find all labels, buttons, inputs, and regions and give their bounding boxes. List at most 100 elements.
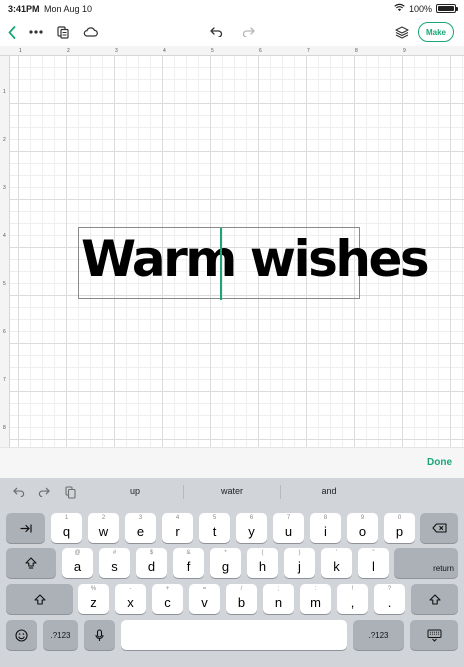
text-content[interactable]: Warm wishes bbox=[81, 234, 430, 284]
undo-icon[interactable] bbox=[206, 22, 226, 42]
key-hint: @ bbox=[74, 550, 81, 556]
make-button[interactable]: Make bbox=[418, 22, 454, 42]
key-label: f bbox=[186, 558, 191, 574]
key-l[interactable]: " l bbox=[358, 548, 389, 578]
key-b[interactable]: / b bbox=[226, 584, 257, 614]
redo-icon[interactable] bbox=[238, 22, 258, 42]
shift-right-key[interactable] bbox=[411, 584, 458, 614]
key-h[interactable]: (h bbox=[247, 548, 278, 578]
numbers-key-right[interactable]: .?123 bbox=[353, 620, 404, 650]
key-label: a bbox=[73, 558, 82, 574]
ruler-left-label: 1 bbox=[3, 89, 6, 95]
status-right: 100% bbox=[394, 3, 458, 14]
key-d[interactable]: $ d bbox=[136, 548, 167, 578]
caps-lock-key[interactable] bbox=[6, 548, 56, 578]
key-period[interactable]: ?. bbox=[374, 584, 405, 614]
key-i[interactable]: 8i bbox=[310, 513, 341, 543]
status-time: 3:41PM bbox=[8, 4, 40, 14]
return-key[interactable]: return bbox=[394, 548, 458, 578]
key-e[interactable]: 3e bbox=[125, 513, 156, 543]
key-m[interactable]: :m bbox=[300, 584, 331, 614]
key-hint: ? bbox=[387, 586, 392, 592]
key-p[interactable]: 0p bbox=[384, 513, 415, 543]
suggestion-word[interactable]: up bbox=[95, 486, 175, 496]
key-o[interactable]: 9o bbox=[347, 513, 378, 543]
key-hint: 2 bbox=[101, 515, 106, 521]
key-hint: = bbox=[202, 586, 207, 592]
keyboard-paste-icon[interactable] bbox=[61, 483, 79, 501]
ruler-left-label: 2 bbox=[3, 137, 6, 143]
suggestion-word[interactable]: water bbox=[192, 486, 272, 496]
battery-percent: 100% bbox=[408, 3, 432, 14]
numbers-key-left[interactable]: .?123 bbox=[43, 620, 78, 650]
text-box[interactable]: Warm wishes bbox=[78, 227, 430, 300]
keyboard-redo-icon[interactable] bbox=[35, 483, 53, 501]
done-button[interactable]: Done bbox=[427, 457, 452, 468]
suggestion-divider bbox=[183, 485, 184, 499]
text-cursor bbox=[220, 228, 222, 300]
wifi-icon bbox=[394, 3, 405, 14]
delete-key[interactable] bbox=[420, 513, 458, 543]
key-q[interactable]: 1q bbox=[51, 513, 82, 543]
key-hint: - bbox=[129, 586, 132, 592]
layers-icon[interactable] bbox=[392, 22, 412, 42]
key-g[interactable]: * g bbox=[210, 548, 241, 578]
suggestion-word[interactable]: and bbox=[289, 486, 369, 496]
keyboard: up water and 1q 2w 3e 4r 5t 6y 7u 8i 9o … bbox=[0, 478, 464, 667]
more-icon[interactable] bbox=[26, 22, 46, 42]
shift-left-key[interactable] bbox=[6, 584, 73, 614]
key-hint: * bbox=[224, 550, 227, 556]
key-hint: ) bbox=[298, 550, 301, 556]
key-label: v bbox=[201, 594, 208, 610]
ruler-top-label: 8 bbox=[355, 48, 358, 54]
cloud-save-icon[interactable] bbox=[80, 22, 100, 42]
key-n[interactable]: ; n bbox=[263, 584, 294, 614]
key-y[interactable]: 6y bbox=[236, 513, 267, 543]
key-hint: # bbox=[112, 550, 117, 556]
key-label: , bbox=[350, 594, 355, 610]
key-v[interactable]: = v bbox=[189, 584, 220, 614]
key-k[interactable]: ' k bbox=[321, 548, 352, 578]
key-s[interactable]: # s bbox=[99, 548, 130, 578]
hide-keyboard-key[interactable] bbox=[410, 620, 458, 650]
key-a[interactable]: @ a bbox=[62, 548, 93, 578]
key-t[interactable]: 5t bbox=[199, 513, 230, 543]
status-bar: 3:41PM Mon Aug 10 100% bbox=[0, 0, 464, 18]
copy-icon[interactable] bbox=[54, 22, 72, 42]
key-u[interactable]: 7u bbox=[273, 513, 304, 543]
ruler-top-label: 2 bbox=[67, 48, 70, 54]
keyboard-undo-icon[interactable] bbox=[10, 483, 28, 501]
ruler-top-label: 5 bbox=[211, 48, 214, 54]
key-label: p bbox=[395, 523, 404, 539]
emoji-key[interactable] bbox=[6, 620, 37, 650]
space-bar[interactable] bbox=[121, 620, 347, 650]
tab-key[interactable] bbox=[6, 513, 45, 543]
key-r[interactable]: 4r bbox=[162, 513, 193, 543]
key-hint: : bbox=[314, 586, 317, 592]
ruler-left-label: 8 bbox=[3, 425, 6, 431]
key-comma[interactable]: !, bbox=[337, 584, 368, 614]
key-z[interactable]: % z bbox=[78, 584, 109, 614]
key-hint: $ bbox=[149, 550, 154, 556]
key-label: b bbox=[237, 594, 246, 610]
left-ruler: 1 2 3 4 5 6 7 8 bbox=[0, 56, 10, 447]
key-label: o bbox=[358, 523, 367, 539]
key-f[interactable]: & f bbox=[173, 548, 204, 578]
key-w[interactable]: 2w bbox=[88, 513, 119, 543]
back-chevron-icon[interactable] bbox=[4, 22, 20, 42]
key-label: d bbox=[147, 558, 156, 574]
design-canvas[interactable]: 1 2 3 4 5 6 7 8 9 1 2 3 4 5 6 7 8 Warm w… bbox=[0, 46, 464, 447]
key-label: g bbox=[221, 558, 230, 574]
top-ruler: 1 2 3 4 5 6 7 8 9 bbox=[0, 46, 464, 56]
key-hint: ; bbox=[277, 586, 280, 592]
key-label: u bbox=[284, 523, 293, 539]
key-x[interactable]: -x bbox=[115, 584, 146, 614]
ruler-top-label: 6 bbox=[259, 48, 262, 54]
key-c[interactable]: + c bbox=[152, 584, 183, 614]
key-label: x bbox=[127, 594, 134, 610]
suggestion-bar: up water and bbox=[0, 478, 464, 506]
key-label: e bbox=[136, 523, 145, 539]
key-j[interactable]: ) j bbox=[284, 548, 315, 578]
key-hint: % bbox=[90, 586, 97, 592]
dictation-key[interactable] bbox=[84, 620, 115, 650]
